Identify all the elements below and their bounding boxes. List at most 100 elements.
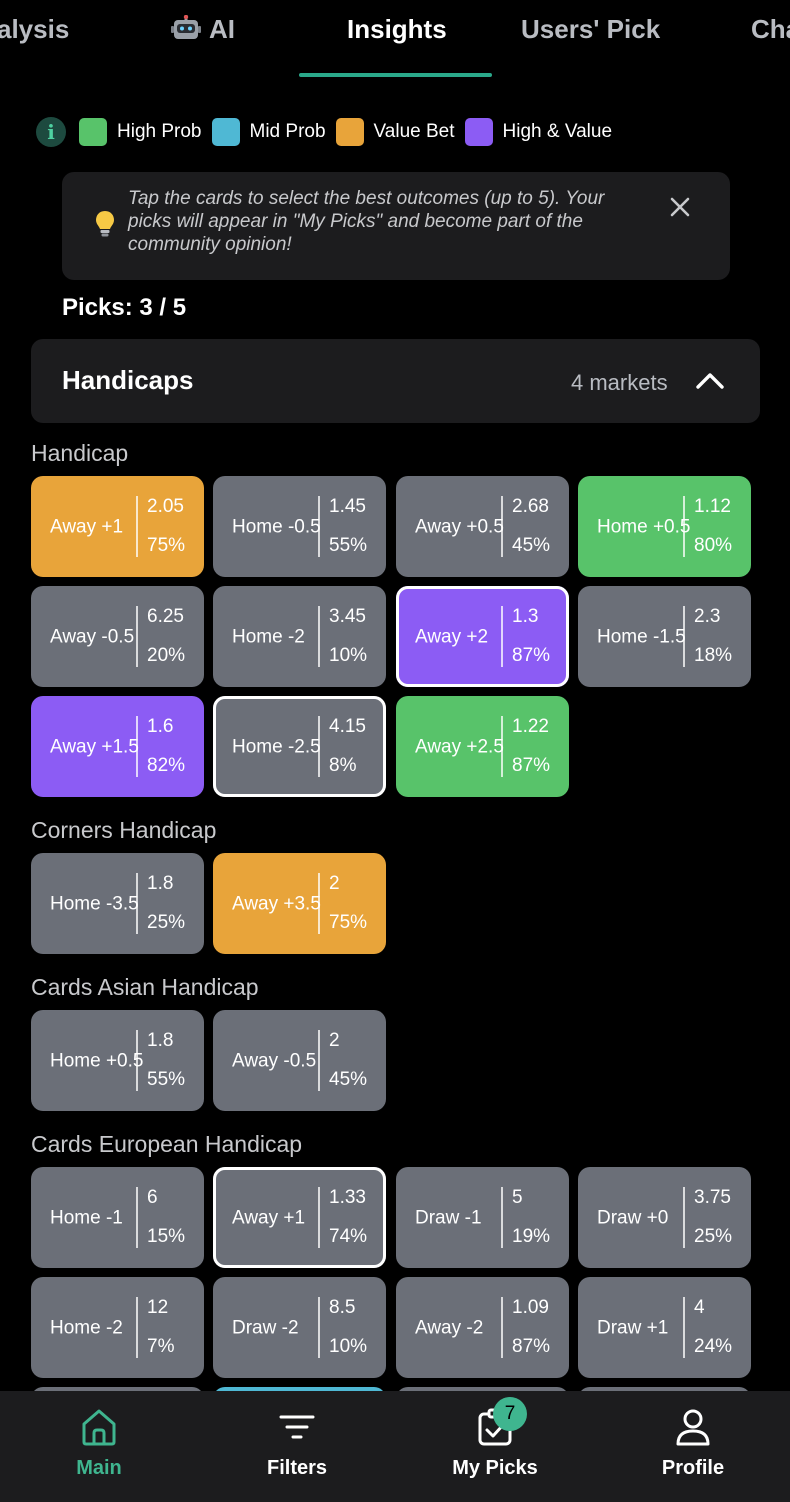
outcome-label: Draw -2 xyxy=(232,1317,299,1338)
card-divider xyxy=(683,1297,685,1358)
outcome-card[interactable]: Home -0.5 1.45 55% xyxy=(213,476,386,577)
picks-counter: Picks: 3 / 5 xyxy=(62,294,187,321)
markets-count: 4 markets xyxy=(571,370,668,395)
outcome-card[interactable]: Home +0.5 1.12 80% xyxy=(578,476,751,577)
outcome-label: Away -0.5 xyxy=(50,626,135,647)
outcome-label: Home -2 xyxy=(232,626,305,647)
card-divider xyxy=(501,716,503,777)
outcome-probability: 87% xyxy=(512,755,551,776)
outcome-probability: 25% xyxy=(694,1226,733,1247)
handicaps-accordion-header[interactable]: Handicaps 4 markets xyxy=(31,339,760,423)
chevron-up-icon[interactable] xyxy=(695,369,725,391)
outcome-card[interactable]: Away +1.5 1.6 82% xyxy=(31,696,204,797)
outcome-probability: 75% xyxy=(329,912,368,933)
outcome-odds: 1.6 xyxy=(147,716,174,737)
outcome-odds: 2.3 xyxy=(694,606,721,627)
outcome-odds: 6.25 xyxy=(147,606,184,627)
tip-text: Tap the cards to select the best outcome… xyxy=(128,188,605,255)
outcome-card[interactable]: Away +2.5 1.22 87% xyxy=(396,696,569,797)
card-divider xyxy=(318,606,320,667)
legend-high-and-value: High & Value xyxy=(464,118,612,146)
outcome-card[interactable]: Away +1 2.05 75% xyxy=(31,476,204,577)
outcome-probability: 10% xyxy=(329,1336,368,1357)
outcome-label: Away +1 xyxy=(50,516,124,537)
outcome-card[interactable]: Away +0.5 2.68 45% xyxy=(396,476,569,577)
card-divider xyxy=(683,606,685,667)
card-divider xyxy=(501,606,503,667)
market-title: Handicap xyxy=(31,440,129,466)
card-divider xyxy=(683,1187,685,1248)
outcome-label: Away +1 xyxy=(232,1207,306,1228)
market-title: Cards Asian Handicap xyxy=(31,974,259,1000)
outcome-card[interactable]: Away +3.5 2 75% xyxy=(213,853,386,954)
outcome-probability: 82% xyxy=(147,755,186,776)
accordion-title: Handicaps xyxy=(62,365,194,395)
outcome-card[interactable]: Draw -2 8.5 10% xyxy=(213,1277,386,1378)
nav-main[interactable]: Main xyxy=(0,1391,198,1502)
tab-ai[interactable]: AI xyxy=(171,14,235,45)
outcome-probability: 55% xyxy=(147,1069,186,1090)
outcome-odds: 3.45 xyxy=(329,606,366,627)
outcome-card[interactable]: Away -2 1.09 87% xyxy=(396,1277,569,1378)
nav-filters[interactable]: Filters xyxy=(198,1391,396,1502)
outcome-label: Draw +0 xyxy=(597,1207,669,1228)
outcome-card[interactable]: Home -1 6 15% xyxy=(31,1167,204,1268)
card-divider xyxy=(136,716,138,777)
outcome-card[interactable]: Away +2 1.3 87% xyxy=(396,586,569,687)
card-divider xyxy=(318,1030,320,1091)
outcome-card[interactable]: Draw +1 4 24% xyxy=(578,1277,751,1378)
tab-users-pick[interactable]: Users' Pick xyxy=(521,14,660,45)
tab-insights[interactable]: Insights xyxy=(347,14,447,45)
card-divider xyxy=(136,1297,138,1358)
outcome-label: Away +2.5 xyxy=(415,736,504,757)
outcome-card[interactable]: Home -2 3.45 10% xyxy=(213,586,386,687)
active-tab-indicator xyxy=(299,73,492,77)
outcome-odds: 5 xyxy=(512,1187,523,1208)
legend-high-prob: High Prob xyxy=(79,118,202,146)
market-title: Cards European Handicap xyxy=(31,1131,303,1157)
outcome-card[interactable]: Home -1.5 2.3 18% xyxy=(578,586,751,687)
profile-icon xyxy=(674,1407,712,1447)
outcome-label: Away +2 xyxy=(415,626,489,647)
outcome-odds: 1.8 xyxy=(147,873,174,894)
info-icon[interactable]: i xyxy=(36,117,66,147)
outcome-card[interactable]: Away -0.5 2 45% xyxy=(213,1010,386,1111)
top-tab-bar: alysis AI Insights Users' Pick Cha xyxy=(0,0,790,80)
outcome-probability: 45% xyxy=(329,1069,368,1090)
outcome-odds: 1.09 xyxy=(512,1297,549,1318)
outcome-card[interactable]: Away -0.5 6.25 20% xyxy=(31,586,204,687)
tab-charts[interactable]: Cha xyxy=(751,14,790,45)
outcome-odds: 4 xyxy=(694,1297,705,1318)
outcome-label: Away -2 xyxy=(415,1317,484,1338)
outcome-card[interactable]: Away +1 1.33 74% xyxy=(213,1167,386,1268)
outcome-label: Away +1.5 xyxy=(50,736,139,757)
tab-analysis[interactable]: alysis xyxy=(0,14,69,45)
outcome-card[interactable]: Home +0.5 1.8 55% xyxy=(31,1010,204,1111)
nav-my-picks[interactable]: 7 My Picks xyxy=(396,1391,594,1502)
card-divider xyxy=(501,1187,503,1248)
nav-profile[interactable]: Profile xyxy=(594,1391,790,1502)
card-divider xyxy=(318,716,320,777)
outcome-label: Away +3.5 xyxy=(232,893,321,914)
outcome-label: Home -1.5 xyxy=(597,626,686,647)
outcome-odds: 8.5 xyxy=(329,1297,356,1318)
outcome-card[interactable]: Home -3.5 1.8 25% xyxy=(31,853,204,954)
outcome-odds: 3.75 xyxy=(694,1187,731,1208)
outcome-probability: 18% xyxy=(694,645,733,666)
legend-swatch xyxy=(464,118,493,146)
outcome-odds: 1.12 xyxy=(694,496,731,517)
outcome-odds: 6 xyxy=(147,1187,158,1208)
outcome-card[interactable]: Draw -1 5 19% xyxy=(396,1167,569,1268)
card-divider xyxy=(501,1297,503,1358)
robot-icon xyxy=(171,14,201,41)
outcome-probability: 87% xyxy=(512,1336,551,1357)
card-divider xyxy=(136,496,138,557)
outcome-label: Home +0.5 xyxy=(50,1050,144,1071)
outcome-card[interactable]: Home -2.5 4.15 8% xyxy=(213,696,386,797)
outcome-odds: 1.45 xyxy=(329,496,366,517)
bottom-navigation: Main Filters 7 My Picks Profile xyxy=(0,1391,790,1502)
outcome-label: Away -0.5 xyxy=(232,1050,317,1071)
close-icon[interactable] xyxy=(667,194,693,220)
outcome-card[interactable]: Draw +0 3.75 25% xyxy=(578,1167,751,1268)
outcome-card[interactable]: Home -2 12 7% xyxy=(31,1277,204,1378)
